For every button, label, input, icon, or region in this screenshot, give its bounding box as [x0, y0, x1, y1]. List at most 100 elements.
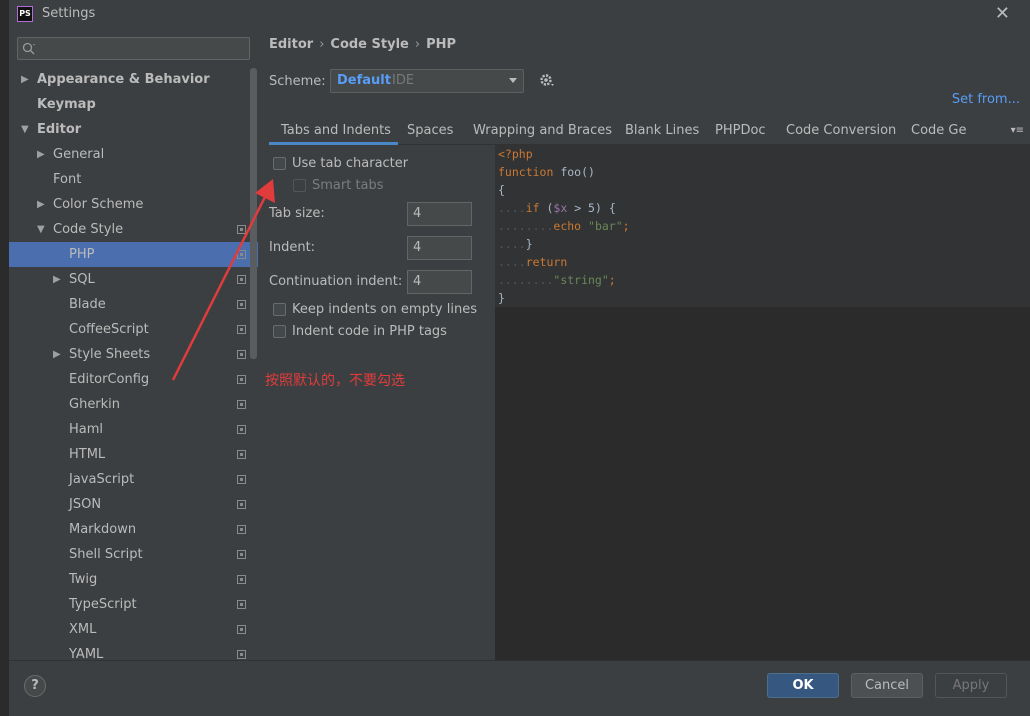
tab-size-input[interactable]: 4 [407, 202, 472, 226]
indent-php-tags-label: Indent code in PHP tags [292, 324, 447, 339]
sidebar-item-haml[interactable]: Haml [9, 417, 258, 442]
sidebar-item-javascript[interactable]: JavaScript [9, 467, 258, 492]
code-token: $x [553, 201, 568, 215]
sidebar-item-gherkin[interactable]: Gherkin [9, 392, 258, 417]
preview-code-block: <?php function foo() { ....if ($x > 5) {...… [495, 145, 1030, 307]
tab-blank-lines[interactable]: Blank Lines [625, 123, 699, 138]
sidebar-item-label: Twig [69, 572, 98, 587]
sidebar-item-label: JSON [69, 497, 102, 512]
tab-spaces[interactable]: Spaces [407, 123, 453, 138]
use-tab-character-checkbox[interactable] [273, 157, 286, 170]
tabs-and-indents-options: Use tab character Smart tabs Tab size: 4… [269, 145, 495, 660]
sidebar-item-label: Style Sheets [69, 347, 151, 362]
whitespace-marker: ........ [498, 219, 554, 233]
code-line: { [498, 181, 505, 199]
sidebar-item-html[interactable]: HTML [9, 442, 258, 467]
scheme-sub: IDE [392, 73, 415, 88]
sidebar-item-label: YAML [69, 647, 104, 660]
chevron-down-icon[interactable]: ▼ [37, 217, 45, 242]
project-scheme-icon [237, 625, 246, 634]
sidebar-item-json[interactable]: JSON [9, 492, 258, 517]
code-token: "bar" [588, 219, 623, 233]
tab-code-conversion[interactable]: Code Conversion [786, 123, 896, 138]
smart-tabs-checkbox [293, 179, 306, 192]
chevron-right-icon[interactable]: ▶ [37, 142, 45, 167]
code-token: <?php [498, 147, 533, 161]
code-line: ....if ($x > 5) { [498, 199, 616, 217]
code-style-panel: Editor › Code Style › PHP Scheme: Default ID… [258, 28, 1030, 660]
sidebar-item-general[interactable]: ▶ General [9, 142, 258, 167]
code-token: if [525, 201, 547, 215]
sidebar-item-label: Code Style [53, 222, 124, 237]
tab-phpdoc[interactable]: PHPDoc [715, 123, 766, 138]
code-token: ; [608, 273, 616, 287]
sidebar-item-typescript[interactable]: TypeScript [9, 592, 258, 617]
ok-button[interactable]: OK [767, 673, 839, 698]
close-icon[interactable]: ✕ [995, 3, 1010, 24]
code-token: return [525, 255, 568, 269]
tab-tabs-and-indents[interactable]: Tabs and Indents [281, 123, 391, 138]
annotation-text: 按照默认的，不要勾选 [265, 373, 405, 389]
continuation-indent-input[interactable]: 4 [407, 270, 472, 294]
breadcrumb: Editor › Code Style › PHP [269, 37, 456, 52]
code-token: ; [622, 219, 630, 233]
code-preview: <?php function foo() { ....if ($x > 5) {...… [495, 145, 1030, 660]
code-token: { [498, 183, 505, 197]
code-token: > 5) { [567, 201, 616, 215]
indent-input[interactable]: 4 [407, 236, 472, 260]
sidebar-item-label: Font [53, 172, 82, 187]
scheme-label: Scheme: [269, 74, 326, 89]
code-line: ....} [498, 235, 533, 253]
sidebar-item-label: Editor [37, 122, 82, 137]
whitespace-marker: .... [498, 237, 526, 251]
breadcrumb-php: PHP [426, 37, 456, 52]
chevron-right-icon[interactable]: ▶ [37, 192, 45, 217]
project-scheme-icon [237, 475, 246, 484]
use-tab-character-label: Use tab character [292, 156, 409, 171]
tab-code-generation[interactable]: Code Ge [911, 123, 967, 138]
sidebar-item-label: Shell Script [69, 547, 143, 562]
chevron-right-icon[interactable]: ▶ [53, 342, 61, 367]
whitespace-marker: .... [498, 255, 526, 269]
annotation-arrow [171, 179, 275, 381]
sidebar-item-label: Blade [69, 297, 106, 312]
project-scheme-icon [237, 525, 246, 534]
chevron-down-icon[interactable]: ▼ [21, 117, 29, 142]
background-editor-strip [0, 0, 9, 716]
code-line: } [498, 289, 505, 307]
tabs-overflow-icon[interactable]: ▾≡ [1011, 125, 1024, 136]
sidebar-item-shell-script[interactable]: Shell Script [9, 542, 258, 567]
search-icon [22, 42, 35, 55]
code-token: foo() [560, 165, 595, 179]
set-from-link[interactable]: Set from... [952, 92, 1020, 107]
tab-wrapping-and-braces[interactable]: Wrapping and Braces [473, 123, 612, 138]
chevron-right-icon[interactable]: ▶ [21, 67, 29, 92]
code-token: "string" [553, 273, 609, 287]
sidebar-item-appearance-behavior[interactable]: ▶ Appearance & Behavior [9, 67, 258, 92]
breadcrumb-code-style: Code Style [330, 37, 409, 52]
breadcrumb-separator: › [414, 37, 421, 52]
window-title: Settings [42, 6, 96, 21]
sidebar-item-label: TypeScript [69, 597, 137, 612]
sidebar-item-markdown[interactable]: Markdown [9, 517, 258, 542]
code-token: function [498, 165, 561, 179]
sidebar-item-twig[interactable]: Twig [9, 567, 258, 592]
sidebar-item-keymap[interactable]: Keymap [9, 92, 258, 117]
project-scheme-icon [237, 575, 246, 584]
project-scheme-icon [237, 425, 246, 434]
sidebar-item-xml[interactable]: XML [9, 617, 258, 642]
settings-search-input[interactable] [17, 37, 250, 60]
settings-dialog: PS Settings ✕ ▶ Appearance & Behavior Keym… [9, 0, 1030, 716]
sidebar-item-yaml[interactable]: YAML [9, 642, 258, 660]
scheme-value: Default [337, 73, 391, 88]
sidebar-item-label: XML [69, 622, 97, 637]
sidebar-item-editor[interactable]: ▼ Editor [9, 117, 258, 142]
project-scheme-icon [237, 600, 246, 609]
scheme-dropdown[interactable]: Default IDE [330, 69, 524, 93]
apply-button[interactable]: Apply [935, 673, 1007, 698]
cancel-button[interactable]: Cancel [851, 673, 923, 698]
code-token: } [498, 291, 505, 305]
help-button[interactable]: ? [24, 675, 46, 697]
gear-icon[interactable] [539, 72, 555, 88]
chevron-right-icon[interactable]: ▶ [53, 267, 61, 292]
